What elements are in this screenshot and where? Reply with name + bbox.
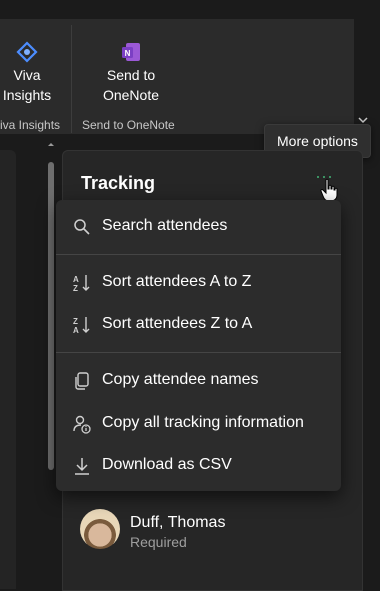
svg-text:N: N [125,49,131,58]
ribbon: Viva Insights iva Insights N Send to One… [0,19,354,134]
onenote-label-1: Send to [106,67,156,83]
hand-cursor-icon [320,178,338,202]
menu-item-sort-z-a[interactable]: Z A Sort attendees Z to A [56,305,341,345]
more-options-menu: Search attendees A Z Sort attendees A to… [56,200,341,491]
attendee-name: Duff, Thomas [130,514,226,531]
svg-text:A: A [73,275,79,284]
onenote-group-label: Send to OneNote [82,118,175,132]
scrollbar-thumb[interactable] [48,162,54,470]
copy-icon [75,372,89,390]
viva-insights-icon [16,41,38,63]
send-to-onenote-button[interactable]: N Send to OneNote [92,41,170,105]
download-icon [75,458,89,475]
menu-item-download-csv[interactable]: Download as CSV [56,446,341,486]
menu-divider [56,254,341,255]
tracking-title: Tracking [81,173,156,193]
menu-item-label: Copy all tracking information [102,414,304,431]
viva-insights-button[interactable]: Viva Insights [0,41,54,105]
scrollbar[interactable] [46,140,56,589]
copy-person-info-icon [73,415,91,434]
menu-item-label: Copy attendee names [102,371,259,388]
search-icon [74,219,90,235]
viva-insights-label-2: Insights [2,87,52,103]
scroll-up-arrow-icon[interactable] [46,140,56,148]
menu-item-search-attendees[interactable]: Search attendees [56,207,341,247]
onenote-label-2: OneNote [102,87,160,103]
svg-text:A: A [73,326,79,335]
viva-insights-label-1: Viva [13,67,41,83]
svg-text:Z: Z [73,317,78,326]
viva-group-label: iva Insights [0,118,61,132]
menu-item-copy-all-tracking[interactable]: Copy all tracking information [56,404,341,444]
menu-item-label: Sort attendees Z to A [102,315,253,332]
svg-text:Z: Z [73,284,78,293]
ribbon-divider [71,25,72,133]
menu-item-label: Search attendees [102,217,228,234]
menu-item-label: Download as CSV [102,456,232,473]
left-panel-edge [0,150,16,589]
avatar [80,509,120,549]
onenote-icon: N [122,43,140,61]
menu-divider [56,352,341,353]
sort-z-a-icon: Z A [73,317,90,335]
sort-a-z-icon: A Z [73,275,90,293]
menu-item-sort-a-z[interactable]: A Z Sort attendees A to Z [56,263,341,303]
menu-item-copy-attendee-names[interactable]: Copy attendee names [56,361,341,401]
attendee-role: Required [130,534,187,550]
menu-item-label: Sort attendees A to Z [102,273,252,290]
